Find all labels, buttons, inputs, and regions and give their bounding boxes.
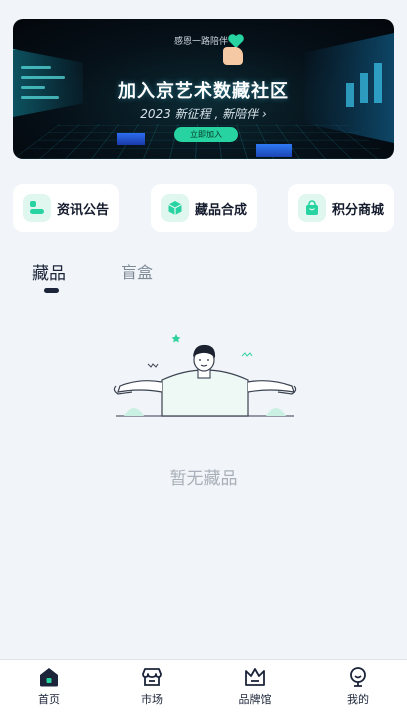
- tab-collections[interactable]: 藏品: [32, 259, 66, 284]
- news-icon: [23, 194, 51, 222]
- active-tab-indicator: [44, 288, 59, 293]
- nav-brand-hall-label: 品牌馆: [238, 693, 272, 706]
- shortcut-synthesis-label: 藏品合成: [195, 202, 248, 218]
- home-icon: [40, 668, 58, 687]
- cube-icon: [161, 194, 189, 222]
- shopping-bag-icon: [298, 194, 326, 222]
- shortcut-points-mall-label: 积分商城: [332, 202, 385, 218]
- nav-profile[interactable]: 我的: [318, 660, 398, 716]
- crown-icon: [245, 668, 265, 686]
- nav-market[interactable]: 市场: [112, 660, 192, 716]
- shortcut-synthesis[interactable]: 藏品合成: [151, 184, 257, 232]
- nav-home[interactable]: 首页: [9, 660, 89, 716]
- banner-cube-right: [256, 144, 292, 157]
- bottom-navigation: 首页 市场 品牌馆 我的: [0, 659, 407, 716]
- shortcut-points-mall[interactable]: 积分商城: [288, 184, 394, 232]
- tab-blind-box[interactable]: 盲盒: [121, 259, 153, 283]
- join-now-button[interactable]: 立即加入: [174, 127, 238, 142]
- nav-market-label: 市场: [141, 693, 163, 706]
- banner-headline: 加入京艺术数藏社区: [118, 81, 289, 102]
- nav-brand-hall[interactable]: 品牌馆: [215, 660, 295, 716]
- banner-subline: 2023 新征程 , 新陪伴 ›: [140, 107, 267, 121]
- profile-icon: [350, 667, 366, 687]
- market-icon: [142, 668, 162, 686]
- banner-cube-left: [117, 133, 145, 145]
- promo-banner[interactable]: 感恩一路陪伴 加入京艺术数藏社区 2023 新征程 , 新陪伴 › 立即加入: [13, 19, 394, 159]
- nav-home-label: 首页: [38, 693, 60, 706]
- shortcut-news-label: 资讯公告: [57, 202, 110, 218]
- banner-small-text: 感恩一路陪伴: [174, 37, 229, 47]
- empty-state-illustration: [113, 334, 297, 417]
- nav-profile-label: 我的: [347, 693, 369, 706]
- empty-state-text: 暂无藏品: [169, 469, 238, 489]
- shortcut-news[interactable]: 资讯公告: [13, 184, 119, 232]
- hand-illustration: [223, 47, 243, 65]
